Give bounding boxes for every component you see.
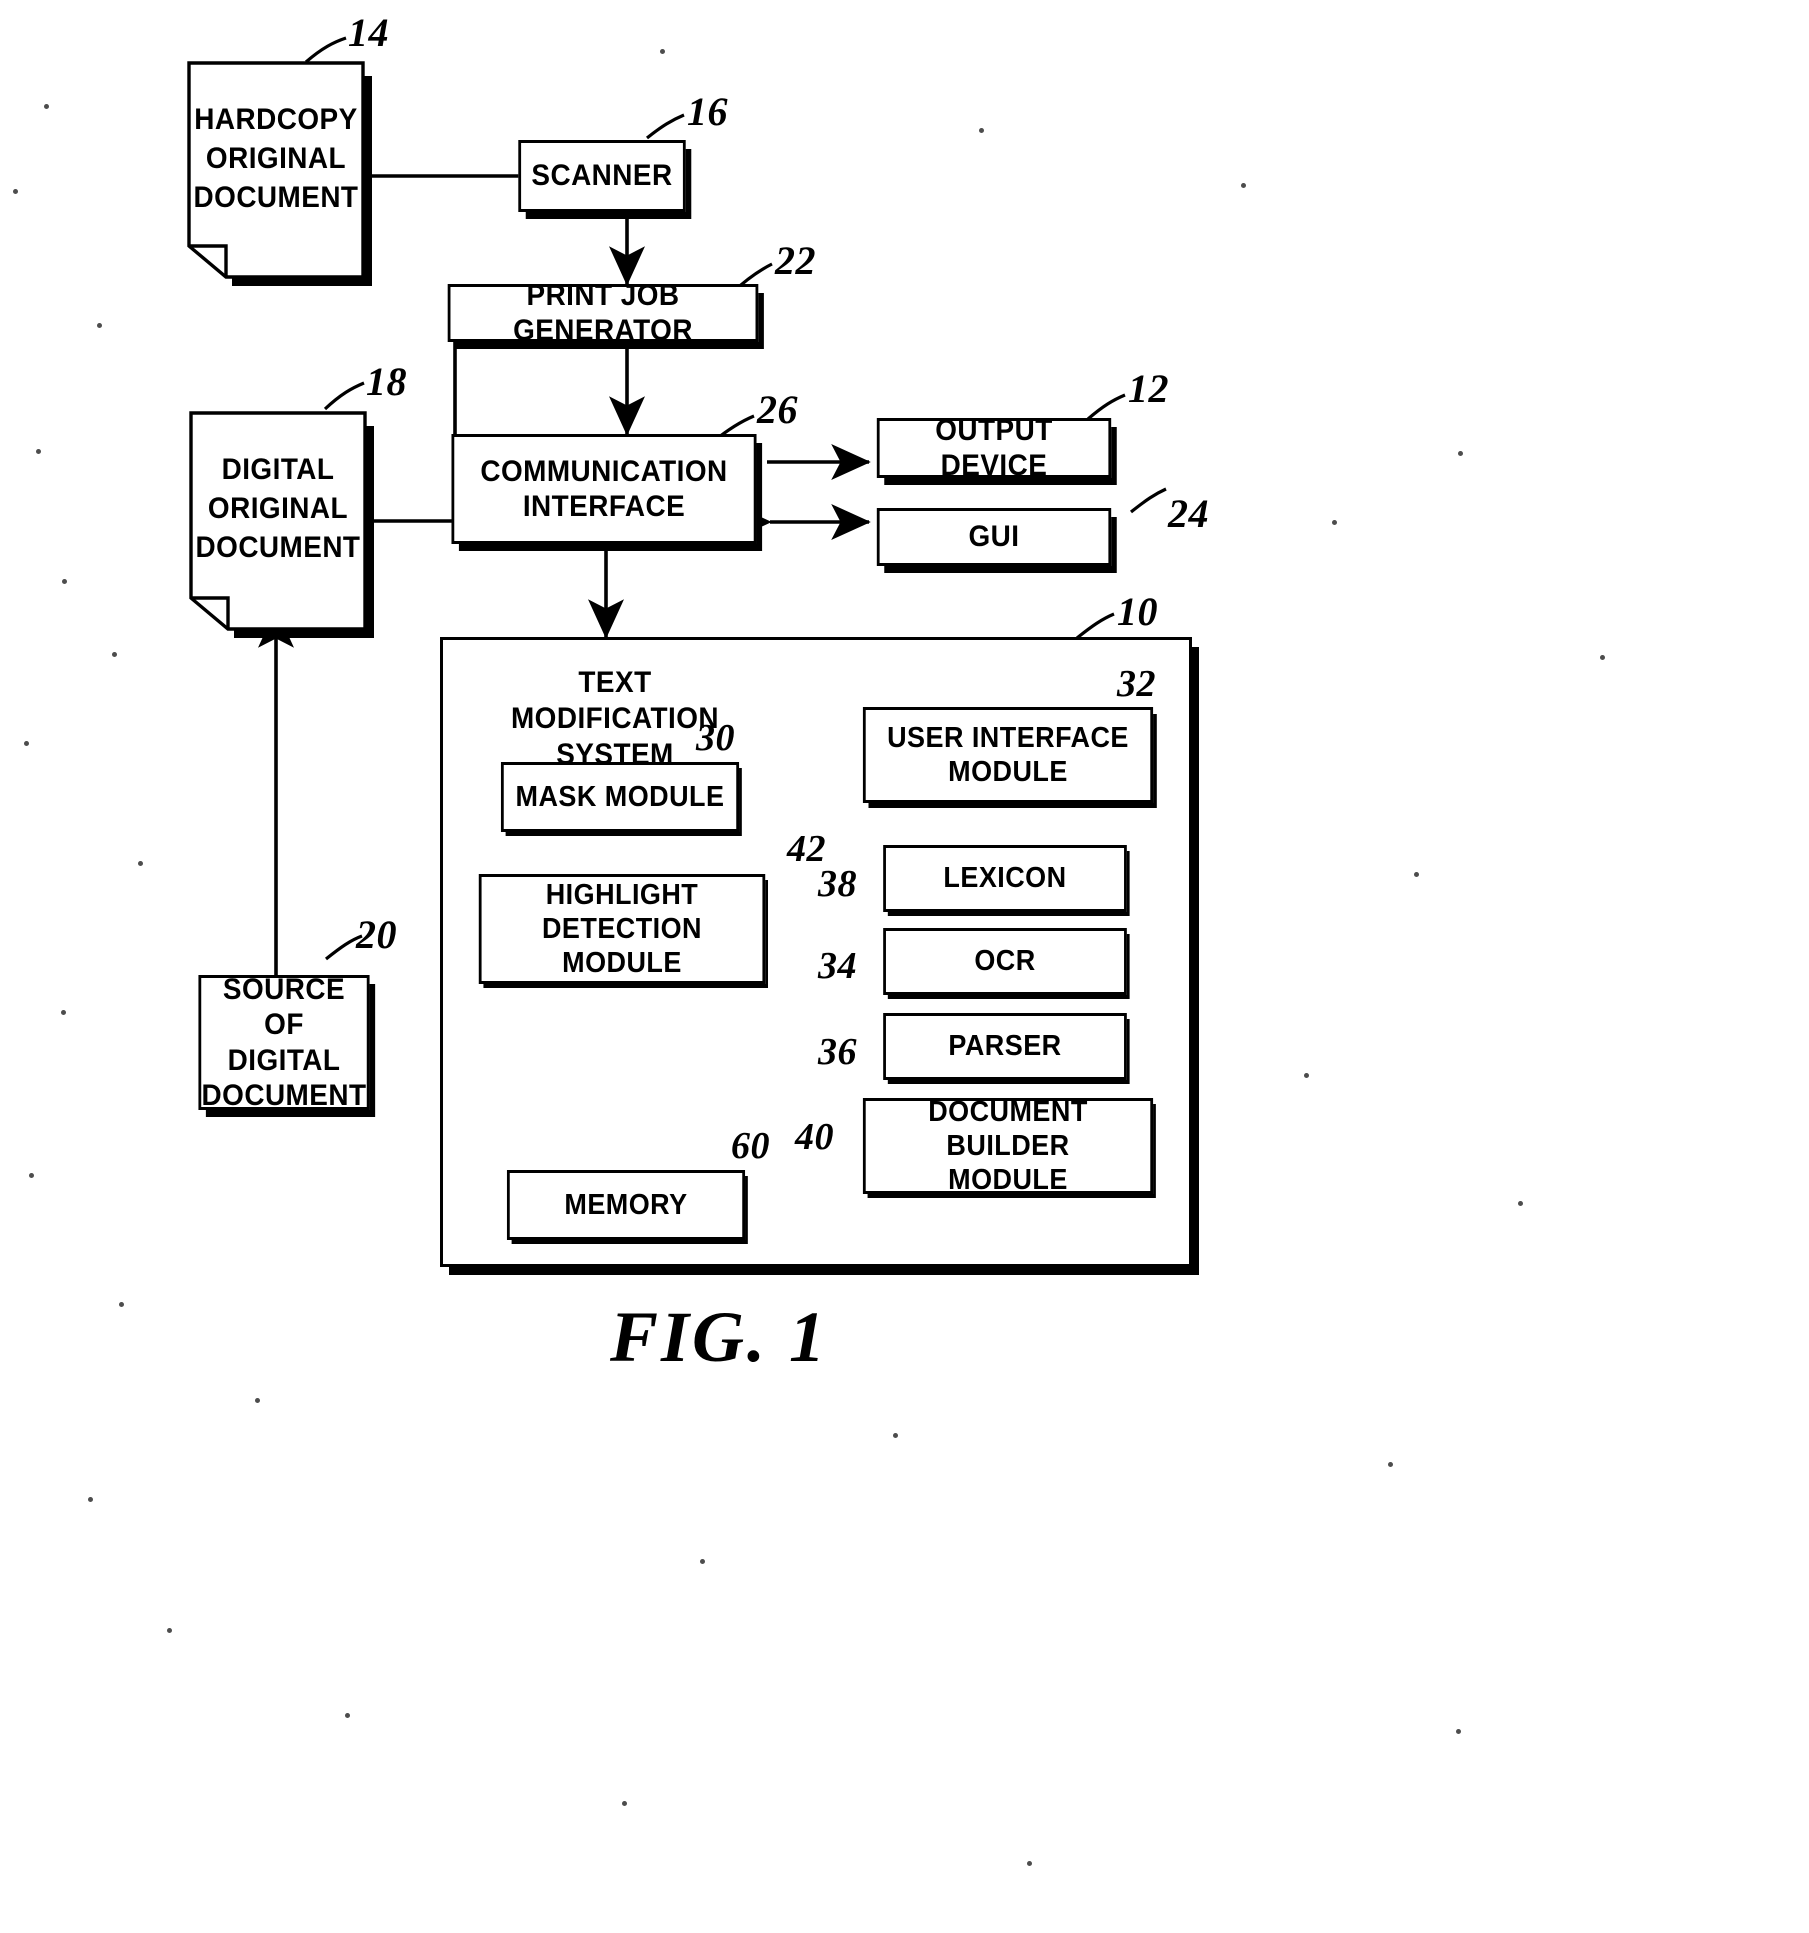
parser-label: PARSER bbox=[948, 1030, 1062, 1063]
scan-speck bbox=[1458, 451, 1463, 456]
scan-speck bbox=[1414, 872, 1419, 877]
print-job-generator-box: PRINT JOB GENERATOR bbox=[447, 279, 759, 347]
ref-number-14: 14 bbox=[348, 10, 389, 55]
hardcopy-original-document: HARDCOPY ORIGINAL DOCUMENT bbox=[186, 60, 372, 286]
scan-speck bbox=[112, 652, 117, 657]
digital-original-document: DIGITAL ORIGINAL DOCUMENT bbox=[188, 410, 374, 638]
leader-16 bbox=[646, 113, 685, 140]
memory-box: MEMORY bbox=[506, 1170, 746, 1240]
leader-24 bbox=[1130, 487, 1167, 514]
hardcopy-original-document-label: HARDCOPY ORIGINAL DOCUMENT bbox=[193, 102, 359, 214]
mask-module-box: MASK MODULE bbox=[500, 762, 740, 832]
communication-interface-label: COMMUNICATION INTERFACE bbox=[480, 454, 728, 523]
scan-speck bbox=[1241, 183, 1246, 188]
scan-speck bbox=[61, 1010, 66, 1015]
scan-speck bbox=[1304, 1073, 1309, 1078]
communication-interface-box: COMMUNICATION INTERFACE bbox=[451, 434, 757, 544]
ref-number-12: 12 bbox=[1128, 366, 1169, 411]
highlight-detection-module-label: HIGHLIGHT DETECTION MODULE bbox=[541, 878, 703, 980]
lexicon-label: LEXICON bbox=[943, 862, 1067, 895]
source-of-digital-document-label: SOURCE OF DIGITAL DOCUMENT bbox=[201, 972, 367, 1112]
scanner-box: SCANNER bbox=[518, 140, 686, 212]
ref-number-40: 40 bbox=[795, 1116, 834, 1158]
lexicon-box: LEXICON bbox=[883, 845, 1127, 912]
ref-number-32: 32 bbox=[1117, 663, 1156, 705]
document-builder-module-box: DOCUMENT BUILDER MODULE bbox=[862, 1096, 1154, 1196]
ocr-box: OCR bbox=[883, 928, 1127, 995]
scan-speck bbox=[1388, 1462, 1393, 1467]
scan-speck bbox=[167, 1628, 172, 1633]
leader-18 bbox=[323, 381, 365, 411]
ref-number-20: 20 bbox=[356, 912, 397, 957]
scan-speck bbox=[36, 449, 41, 454]
leader-14 bbox=[304, 36, 347, 64]
memory-label: MEMORY bbox=[564, 1188, 688, 1221]
leader-10 bbox=[1076, 612, 1115, 640]
scan-speck bbox=[1027, 1861, 1032, 1866]
scan-speck bbox=[622, 1801, 627, 1806]
output-device-box: OUTPUT DEVICE bbox=[876, 414, 1112, 482]
scan-speck bbox=[1456, 1729, 1461, 1734]
scan-speck bbox=[97, 323, 102, 328]
digital-original-document-label: DIGITAL ORIGINAL DOCUMENT bbox=[195, 452, 361, 564]
scan-speck bbox=[62, 579, 67, 584]
scan-speck bbox=[24, 741, 29, 746]
user-interface-module-label: USER INTERFACE MODULE bbox=[887, 721, 1129, 788]
gui-label: GUI bbox=[968, 520, 1020, 554]
output-device-label: OUTPUT DEVICE bbox=[935, 413, 1053, 482]
highlight-detection-module-box: HIGHLIGHT DETECTION MODULE bbox=[478, 874, 766, 984]
scan-speck bbox=[138, 861, 143, 866]
ref-number-34: 34 bbox=[818, 945, 857, 987]
scan-speck bbox=[88, 1497, 93, 1502]
scan-speck bbox=[1518, 1201, 1523, 1206]
print-job-generator-label: PRINT JOB GENERATOR bbox=[513, 278, 693, 347]
gui-box: GUI bbox=[876, 508, 1112, 566]
scan-speck bbox=[44, 104, 49, 109]
ref-number-36: 36 bbox=[818, 1031, 857, 1073]
ref-number-26: 26 bbox=[757, 387, 798, 432]
scan-speck bbox=[1332, 520, 1337, 525]
ref-number-22: 22 bbox=[775, 238, 816, 283]
scan-speck bbox=[13, 189, 18, 194]
ref-number-30: 30 bbox=[696, 717, 735, 759]
patent-figure: HARDCOPY ORIGINAL DOCUMENT 14 SCANNER 16… bbox=[0, 0, 1809, 1933]
scan-speck bbox=[700, 1559, 705, 1564]
ocr-label: OCR bbox=[974, 945, 1036, 978]
source-of-digital-document-box: SOURCE OF DIGITAL DOCUMENT bbox=[198, 973, 370, 1112]
ref-number-18: 18 bbox=[366, 359, 407, 404]
scan-speck bbox=[660, 49, 665, 54]
ref-number-60: 60 bbox=[731, 1125, 770, 1167]
mask-module-label: MASK MODULE bbox=[515, 780, 725, 813]
scan-speck bbox=[255, 1398, 260, 1403]
user-interface-module-box: USER INTERFACE MODULE bbox=[862, 707, 1154, 803]
scanner-label: SCANNER bbox=[531, 159, 673, 193]
document-builder-module-label: DOCUMENT BUILDER MODULE bbox=[928, 1095, 1088, 1197]
ref-number-16: 16 bbox=[687, 89, 728, 134]
scan-speck bbox=[29, 1173, 34, 1178]
ref-number-10: 10 bbox=[1117, 589, 1158, 634]
figure-caption: FIG. 1 bbox=[610, 1297, 829, 1377]
scan-speck bbox=[979, 128, 984, 133]
ref-number-24: 24 bbox=[1168, 491, 1209, 536]
parser-box: PARSER bbox=[883, 1013, 1127, 1080]
scan-speck bbox=[345, 1713, 350, 1718]
ref-number-38: 38 bbox=[818, 863, 857, 905]
scan-speck bbox=[893, 1433, 898, 1438]
scan-speck bbox=[1600, 655, 1605, 660]
scan-speck bbox=[119, 1302, 124, 1307]
